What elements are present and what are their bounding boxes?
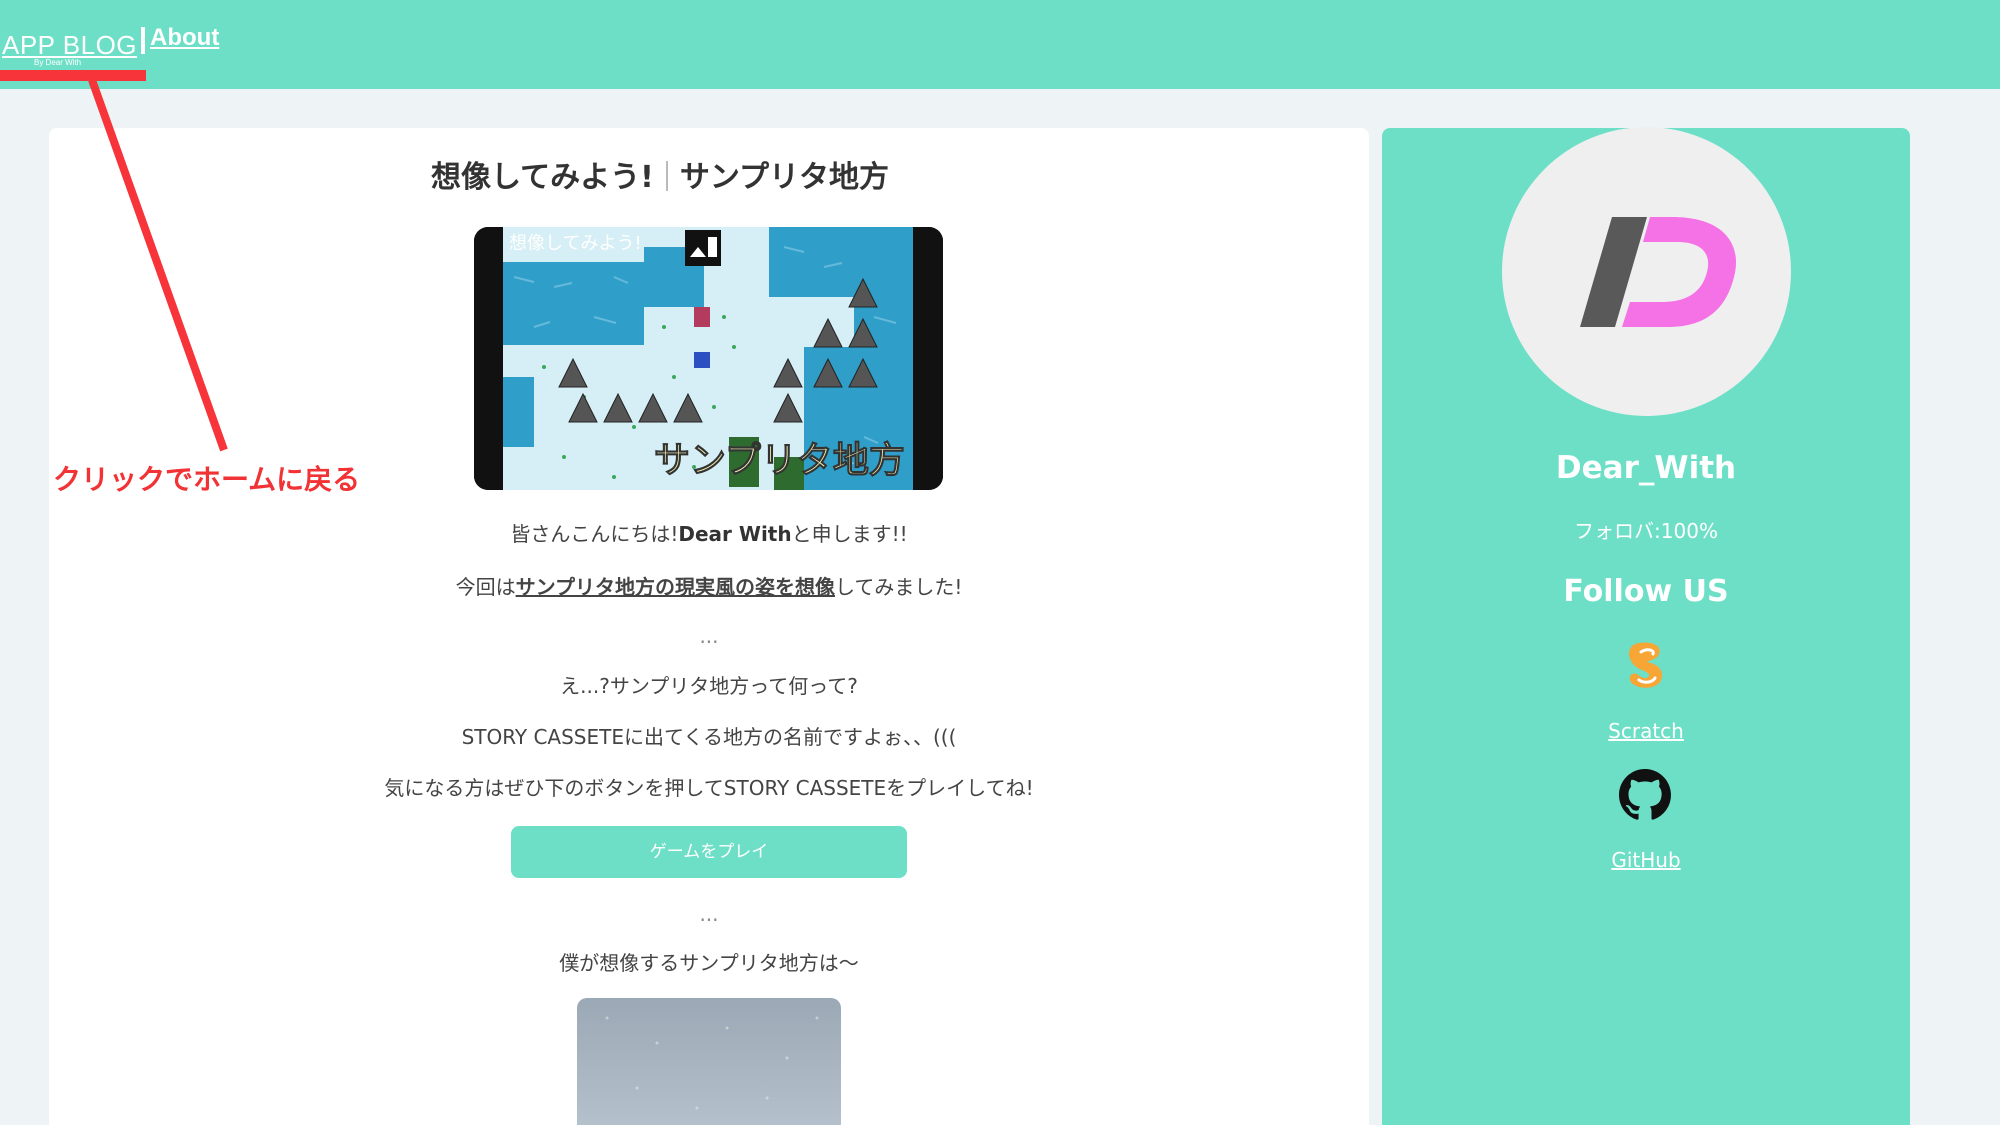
dear-with-logo-icon <box>1580 217 1737 327</box>
intro-prefix: 今回は <box>455 575 516 599</box>
avatar <box>1502 127 1791 416</box>
follow-us-heading: Follow US <box>1563 574 1729 609</box>
nav-separator <box>141 27 145 54</box>
scratch-icon[interactable] <box>1627 640 1667 690</box>
intro-suffix: してみました! <box>834 575 963 599</box>
top-navbar <box>0 0 2000 89</box>
post-title-left: 想像してみよう! <box>431 160 654 195</box>
photo-snow-texture <box>605 1016 819 1110</box>
github-icon[interactable] <box>1619 769 1671 821</box>
ellipsis-2: ... <box>699 902 719 926</box>
title-divider <box>665 161 668 191</box>
game-overlay-bottom: サンプリタ地方 <box>654 440 905 481</box>
paragraph-intro: 今回はサンプリタ地方の現実風の姿を想像してみました! <box>49 573 1369 601</box>
greeting-prefix: 皆さんこんにちは! <box>510 522 679 546</box>
ellipsis-1: ... <box>699 624 719 648</box>
game-map-image: 想像してみよう! サンプリタ地方 <box>474 227 943 490</box>
imagined-region-photo <box>577 998 841 1125</box>
paragraph-invite: 気になる方はぜひ下のボタンを押してSTORY CASSETEをプレイしてね! <box>384 776 1034 800</box>
game-overlay-top: 想像してみよう! <box>509 233 642 254</box>
post-title: 想像してみよう! サンプリタ地方 <box>0 158 1320 198</box>
brand-subtitle: By Dear With <box>34 58 82 67</box>
paragraph-explanation: STORY CASSETEに出てくる地方の名前ですよぉ、、((( <box>461 725 957 749</box>
author-name: Dear_With <box>1555 450 1737 486</box>
paragraph-imagine: 僕が想像するサンプリタ地方は〜 <box>559 951 859 975</box>
follow-back-rate: フォロバ:100% <box>1574 519 1718 543</box>
greeting-suffix: と申します!! <box>791 522 908 546</box>
callout-label: クリックでホームに戻る <box>53 463 361 496</box>
intro-emphasis: サンプリタ地方の現実風の姿を想像 <box>515 575 835 599</box>
paragraph-question: え...?サンプリタ地方って何って? <box>560 674 858 698</box>
game-screenshot: 想像してみよう! サンプリタ地方 <box>474 227 943 490</box>
highlight-underline <box>0 70 146 81</box>
post-title-right: サンプリタ地方 <box>679 160 889 195</box>
play-game-button[interactable]: ゲームをプレイ <box>511 826 907 878</box>
scratch-link[interactable]: Scratch <box>1382 718 1910 744</box>
home-link[interactable]: APP BLOG <box>2 30 137 60</box>
about-link[interactable]: About <box>150 23 219 53</box>
paragraph-greeting: 皆さんこんにちは!Dear Withと申します!! <box>49 520 1369 548</box>
author-name-inline: Dear With <box>678 522 792 546</box>
github-link[interactable]: GitHub <box>1382 847 1910 873</box>
